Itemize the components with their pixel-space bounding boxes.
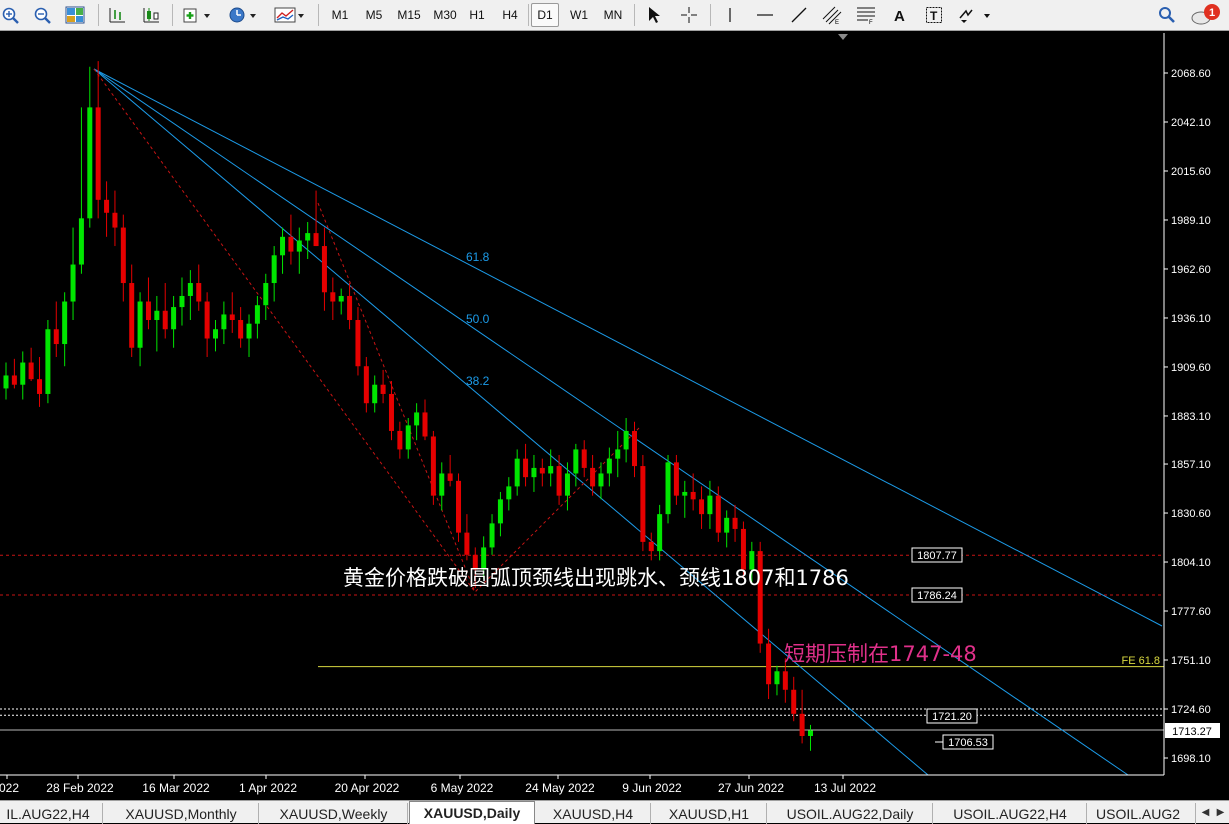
price-tick-label: 1804.10: [1171, 557, 1211, 569]
price-tick-label: 2042.10: [1171, 117, 1211, 129]
date-tick-label: 6 May 2022: [431, 781, 494, 795]
price-tick-label: 2015.60: [1171, 166, 1211, 178]
text-icon[interactable]: A: [888, 3, 912, 27]
timeframe-m15[interactable]: M15: [392, 3, 426, 27]
tab-xauusd-weekly[interactable]: XAUUSD,Weekly: [260, 803, 408, 824]
horizontal-line-icon[interactable]: [752, 3, 778, 27]
price-tick-label: 1909.60: [1171, 362, 1211, 374]
candle: [456, 473, 462, 542]
fe-618-label: FE 61.8: [1121, 655, 1160, 667]
price-tick-label: 1989.10: [1171, 215, 1211, 227]
candle: [45, 320, 51, 404]
price-tick-label: 1962.60: [1171, 264, 1211, 276]
date-tick-label: 13 Jul 2022: [814, 781, 876, 795]
candlestick-icon[interactable]: [138, 3, 164, 27]
search-icon[interactable]: [1154, 3, 1180, 27]
price-tick-label: 1724.60: [1171, 704, 1211, 716]
timeframe-h1[interactable]: H1: [464, 3, 490, 27]
new-order-button[interactable]: [178, 3, 216, 27]
fib-label-618: 61.8: [466, 250, 490, 264]
tab-xauusd-h1[interactable]: XAUUSD,H1: [652, 803, 767, 824]
date-tick-label: 24 May 2022: [525, 781, 595, 795]
date-tick-label: 28 Feb 2022: [46, 781, 114, 795]
level-1721-label: 1721.20: [932, 711, 972, 723]
fib-label-382: 38.2: [466, 374, 490, 388]
svg-text:A: A: [894, 8, 905, 24]
fibonacci-icon[interactable]: F: [852, 3, 880, 27]
cursor-icon[interactable]: [642, 3, 666, 27]
tab-xauusd-daily[interactable]: XAUUSD,Daily: [409, 801, 535, 824]
tab-usoil-aug22-h4[interactable]: USOIL.AUG22,H4: [934, 803, 1087, 824]
svg-text:E: E: [835, 20, 839, 25]
trendline-icon[interactable]: [786, 3, 812, 27]
notification-count: 1: [1209, 7, 1215, 19]
tab-xauusd-h4[interactable]: XAUUSD,H4: [536, 803, 651, 824]
price-tick-label: 1777.60: [1171, 606, 1211, 618]
tab-usoil-aug22-h4-left[interactable]: IL.AUG22,H4: [0, 803, 103, 824]
tile-windows-icon[interactable]: [62, 3, 88, 27]
level-1786-label: 1786.24: [917, 590, 957, 602]
level-1706-label: 1706.53: [948, 737, 988, 749]
zoom-out-icon[interactable]: [30, 3, 54, 27]
price-tick-label: 2068.60: [1171, 68, 1211, 80]
tabs-scroll-right-icon[interactable]: ▶: [1213, 804, 1228, 821]
timeframe-d1[interactable]: D1: [531, 3, 559, 27]
timeframe-mn[interactable]: MN: [598, 3, 628, 27]
fib-label-500: 50.0: [466, 312, 490, 326]
timeframe-h4[interactable]: H4: [497, 3, 523, 27]
date-tick-label: 20 Apr 2022: [335, 781, 400, 795]
svg-text:T: T: [930, 9, 938, 23]
equidistant-channel-icon[interactable]: E: [818, 3, 846, 27]
price-chart[interactable]: 2068.60 2042.10 2015.60 1989.10 1962.60 1936.…: [0, 33, 1229, 798]
current-price-label: 1713.27: [1172, 726, 1212, 738]
zoom-in-icon[interactable]: [0, 3, 20, 27]
chart-tabs: IL.AUG22,H4 XAUUSD,Monthly XAUUSD,Weekly…: [0, 800, 1229, 824]
price-tick-label: 1857.10: [1171, 459, 1211, 471]
tab-usoil-aug22-daily[interactable]: USOIL.AUG22,Daily: [768, 803, 933, 824]
annotation-short-term-resistance: 短期压制在1747-48: [784, 642, 977, 666]
notifications-icon[interactable]: 1: [1188, 3, 1224, 27]
text-label-icon[interactable]: T: [922, 3, 946, 27]
timeframe-w1[interactable]: W1: [565, 3, 593, 27]
timeframe-m30[interactable]: M30: [428, 3, 462, 27]
price-tick-label: 1698.10: [1171, 753, 1211, 765]
vertical-line-icon[interactable]: [718, 3, 742, 27]
price-tick-label: 1883.10: [1171, 411, 1211, 423]
period-clock-button[interactable]: [224, 3, 262, 27]
price-tick-label: 1751.10: [1171, 655, 1211, 667]
toolbar: M1 M5 M15 M30 H1 H4 D1 W1 MN E F A T 1: [0, 0, 1229, 31]
crosshair-icon[interactable]: [676, 3, 702, 27]
tab-usoil-aug22-partial[interactable]: USOIL.AUG2: [1088, 803, 1196, 824]
timeframe-m1[interactable]: M1: [326, 3, 354, 27]
candle: [757, 541, 763, 653]
price-tick-label: 1936.10: [1171, 313, 1211, 325]
timeframe-m5[interactable]: M5: [360, 3, 388, 27]
date-tick-label: 9 Jun 2022: [622, 781, 682, 795]
candle: [665, 454, 671, 524]
date-tick-label: 16 Mar 2022: [142, 781, 210, 795]
indicators-button[interactable]: [270, 3, 310, 27]
date-tick-label: 1 Apr 2022: [239, 781, 297, 795]
bar-chart-icon[interactable]: [104, 3, 130, 27]
candle: [430, 430, 436, 505]
arrows-button[interactable]: [954, 3, 994, 27]
date-tick-label: 022: [0, 781, 19, 795]
date-tick-label: 27 Jun 2022: [718, 781, 784, 795]
level-1807-label: 1807.77: [917, 550, 957, 562]
tab-xauusd-monthly[interactable]: XAUUSD,Monthly: [104, 803, 259, 824]
candle: [640, 454, 646, 552]
price-tick-label: 1830.60: [1171, 508, 1211, 520]
tabs-scroll-left-icon[interactable]: ◀: [1198, 804, 1213, 821]
svg-text:F: F: [869, 20, 873, 25]
annotation-neckline: 黄金价格跌破圆弧顶颈线出现跳水、颈线1807和1786: [343, 566, 849, 590]
